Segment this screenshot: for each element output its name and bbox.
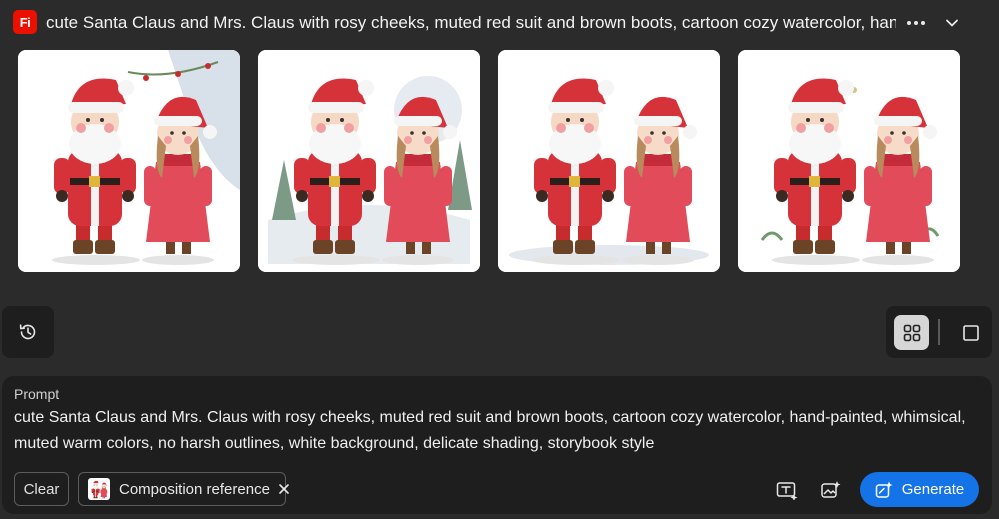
- composition-reference-chip[interactable]: Composition reference: [78, 472, 289, 506]
- text-sparkle-icon: [776, 482, 798, 500]
- collapse-button[interactable]: [940, 11, 964, 35]
- clear-button[interactable]: Clear: [14, 472, 69, 506]
- prompt-title: cute Santa Claus and Mrs. Claus with ros…: [46, 13, 896, 32]
- composition-reference-label: Composition reference: [119, 480, 270, 498]
- prompt-panel: Prompt cute Santa Claus and Mrs. Claus w…: [2, 376, 992, 514]
- result-image-1[interactable]: [18, 50, 240, 272]
- style-reference-button[interactable]: [819, 478, 843, 502]
- image-sparkle-icon: [821, 481, 841, 498]
- santa-couple-illustration: [738, 50, 960, 272]
- generate-button[interactable]: Generate: [860, 472, 979, 507]
- toggle-divider: [938, 319, 940, 345]
- prompt-suggestion-button[interactable]: [775, 478, 799, 502]
- santa-couple-illustration: [18, 50, 240, 272]
- composition-reference-thumbnail: [88, 478, 110, 500]
- more-horizontal-icon: [907, 21, 911, 25]
- result-image-2[interactable]: [258, 50, 480, 272]
- more-options-button[interactable]: [903, 12, 929, 34]
- generate-label: Generate: [901, 481, 965, 498]
- grid-view-button[interactable]: [894, 315, 929, 350]
- result-image-3[interactable]: [498, 50, 720, 272]
- prompt-label: Prompt: [14, 386, 60, 402]
- more-horizontal-icon-dot: [914, 21, 918, 25]
- history-icon: [19, 324, 36, 340]
- prompt-input[interactable]: cute Santa Claus and Mrs. Claus with ros…: [14, 405, 974, 457]
- view-toggle: [886, 306, 992, 358]
- close-icon: [279, 484, 289, 494]
- single-view-button[interactable]: [953, 315, 988, 350]
- result-image-4[interactable]: [738, 50, 960, 272]
- firefly-app-icon: Fi: [13, 10, 37, 34]
- more-horizontal-icon-dot: [921, 21, 925, 25]
- santa-couple-illustration: [258, 50, 480, 272]
- header-bar: Fi cute Santa Claus and Mrs. Claus with …: [0, 0, 999, 46]
- chevron-down-icon: [946, 19, 958, 27]
- grid-view-icon: [903, 324, 920, 341]
- history-button[interactable]: [2, 306, 54, 358]
- santa-couple-illustration: [498, 50, 720, 272]
- remove-reference-button[interactable]: [278, 482, 290, 496]
- generate-sparkle-icon: [875, 481, 893, 498]
- square-icon: [962, 324, 979, 341]
